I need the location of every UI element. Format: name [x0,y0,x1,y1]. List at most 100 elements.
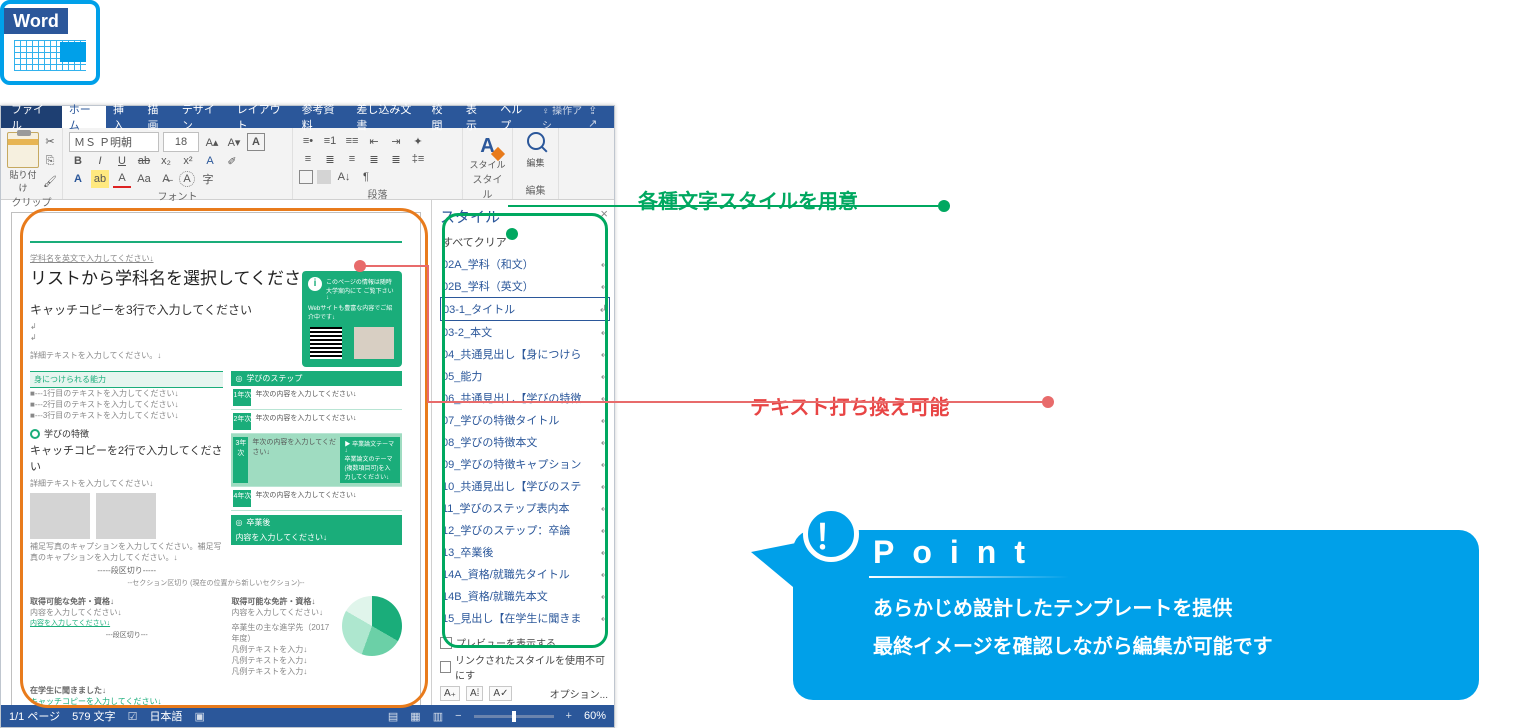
legend-1[interactable]: 凡例テキストを入力↓ [231,644,336,655]
close-icon[interactable]: × [600,206,608,221]
style-item-04[interactable]: 04_共通見出し【身につけら↲ [440,343,610,365]
tab-draw[interactable]: 描画 [140,106,174,128]
tab-view[interactable]: 表示 [459,106,493,128]
paste-icon[interactable] [7,132,39,168]
format-painter-icon[interactable]: 🖌 [41,172,59,190]
document-viewport[interactable]: 学科名を英文で入力してください↓ リストから学科名を選択してください キャッチコ… [1,200,431,705]
status-lang[interactable]: 日本語 [149,708,182,724]
style-clear-all[interactable]: すべてクリア [440,231,610,253]
style-item-14a[interactable]: 14A_資格/就職先タイトル↲ [440,563,610,585]
style-item-13[interactable]: 13_卒業後↲ [440,541,610,563]
preview-checkbox[interactable]: プレビューを表示する [440,635,608,650]
view-focus-icon[interactable]: ▤ [388,710,398,723]
style-item-07[interactable]: 07_学びの特徴タイトル↲ [440,409,610,431]
step-row-1[interactable]: 1年次年次の内容を入力してください↓ [231,386,402,410]
char-scaling-icon[interactable]: A̶ [157,170,175,188]
style-item-08[interactable]: 08_学びの特徴本文↲ [440,431,610,453]
tab-help[interactable]: ヘルプ [493,106,538,128]
tab-review[interactable]: 校閲 [424,106,458,128]
tab-file[interactable]: ファイル [1,106,62,128]
superscript-icon[interactable]: x² [179,152,197,170]
student-prompt[interactable]: キャッチコピーを入力してください↓ [30,696,402,705]
style-item-14b[interactable]: 14B_資格/就職先本文↲ [440,585,610,607]
strike-icon[interactable]: ab [135,152,153,170]
status-zoom[interactable]: 60% [584,710,606,722]
align-center-icon[interactable]: ≣ [321,150,339,168]
phonetic-guide-icon[interactable]: 字 [199,170,217,188]
bold-icon[interactable]: B [69,152,87,170]
clear-format-icon[interactable]: ✐ [223,152,241,170]
style-item-12[interactable]: 12_学びのステップ：卒論↲ [440,519,610,541]
enclosed-char-icon[interactable]: A [179,171,195,187]
sotsugyo-sub[interactable]: 内容を入力してください↓ [231,530,402,545]
tab-insert[interactable]: 挿入 [106,106,140,128]
sort-icon[interactable]: A↓ [335,168,353,186]
decrease-font-icon[interactable]: A▾ [225,133,243,151]
status-page[interactable]: 1/1 ページ [9,708,60,724]
char-border-icon[interactable]: A [247,133,265,151]
tab-design[interactable]: デザイン [175,106,230,128]
doc-detail2[interactable]: 詳細テキストを入力してください↓ [30,478,223,489]
tab-layout[interactable]: レイアウト [230,106,295,128]
license-left-body[interactable]: 内容を入力してください↓ [30,607,223,618]
show-marks-icon[interactable]: ¶ [357,168,375,186]
step-row-3[interactable]: 3年次 年次の内容を入力してください↓ ▶ 卒業論文テーマ↓卒業論文のテーマ(複… [231,434,402,487]
legend-2[interactable]: 凡例テキストを入力↓ [231,655,336,666]
doc-line2[interactable]: ■---2行目のテキストを入力してください↓ [30,399,223,410]
style-inspector-icon[interactable]: A⁞ [466,686,483,701]
zoom-slider[interactable] [474,715,554,718]
text-effects-icon[interactable]: A [201,152,219,170]
editing-btn-label[interactable]: 編集 [526,156,544,169]
style-item-06[interactable]: 06_共通見出し【学びの特徴↲ [440,387,610,409]
align-left-icon[interactable]: ≡ [299,150,317,168]
multilevel-icon[interactable]: ≡≡ [343,132,361,150]
line-spacing-icon[interactable]: ‡≡ [409,150,427,168]
asian-layout-icon[interactable]: ✦ [409,132,427,150]
zoom-out-icon[interactable]: − [455,710,461,722]
subscript-icon[interactable]: x₂ [157,152,175,170]
font-color-icon[interactable]: A [113,170,131,188]
styles-icon[interactable]: A [480,135,494,157]
italic-icon[interactable]: I [91,152,109,170]
font-color-a-icon[interactable]: A [69,170,87,188]
font-name-select[interactable]: ＭＳ Ｐ明朝 [69,132,159,152]
tab-home[interactable]: ホーム [62,106,106,128]
new-style-icon[interactable]: A₊ [440,686,460,701]
document-page[interactable]: 学科名を英文で入力してください↓ リストから学科名を選択してください キャッチコ… [11,212,421,705]
tab-references[interactable]: 参考資料 [295,106,350,128]
numbering-icon[interactable]: ≡1 [321,132,339,150]
style-item-15[interactable]: 15_見出し【在学生に聞きま↲ [440,607,610,629]
legend-3[interactable]: 凡例テキストを入力↓ [231,666,336,677]
styles-options-link[interactable]: オプション... [550,686,608,701]
view-print-icon[interactable]: ▦ [410,710,420,723]
distributed-icon[interactable]: ≣ [387,150,405,168]
styles-btn-label[interactable]: スタイル [469,158,505,171]
style-item-05[interactable]: 05_能力↲ [440,365,610,387]
bullets-icon[interactable]: ≡• [299,132,317,150]
justify-icon[interactable]: ≣ [365,150,383,168]
underline-icon[interactable]: U [113,152,131,170]
copy-icon[interactable]: ⎘ [41,152,59,170]
spellcheck-icon[interactable]: ☑ [128,710,138,723]
cut-icon[interactable]: ✂ [41,132,59,150]
license-right-body[interactable]: 内容を入力してください↓ [231,607,336,618]
doc-subtitle2[interactable]: キャッチコピーを2行で入力してください [30,442,223,474]
decrease-indent-icon[interactable]: ⇤ [365,132,383,150]
font-size-select[interactable]: 18 [163,132,199,152]
zoom-in-icon[interactable]: + [566,710,572,722]
shading-icon[interactable] [317,170,331,184]
style-item-02a[interactable]: 02A_学科（和文）↲ [440,253,610,275]
doc-caption-hint[interactable]: 補足写真のキャプションを入力してください。補足写真のキャプションを入力してくださ… [30,541,223,563]
change-case-icon[interactable]: Aa [135,170,153,188]
status-words[interactable]: 579 文字 [72,708,115,724]
linked-checkbox[interactable]: リンクされたスタイルを使用不可にす [440,652,608,682]
style-item-10[interactable]: 10_共通見出し【学びのステ↲ [440,475,610,497]
step-row-4[interactable]: 4年次年次の内容を入力してください↓ [231,487,402,511]
style-item-09[interactable]: 09_学びの特徴キャプション↲ [440,453,610,475]
step-row-2[interactable]: 2年次年次の内容を入力してください↓ [231,410,402,434]
doc-line1[interactable]: ■---1行目のテキストを入力してください↓ [30,388,223,399]
view-web-icon[interactable]: ▥ [433,710,443,723]
borders-icon[interactable] [299,170,313,184]
style-item-11[interactable]: 11_学びのステップ表内本↲ [440,497,610,519]
tab-mailings[interactable]: 差し込み文書 [349,106,424,128]
